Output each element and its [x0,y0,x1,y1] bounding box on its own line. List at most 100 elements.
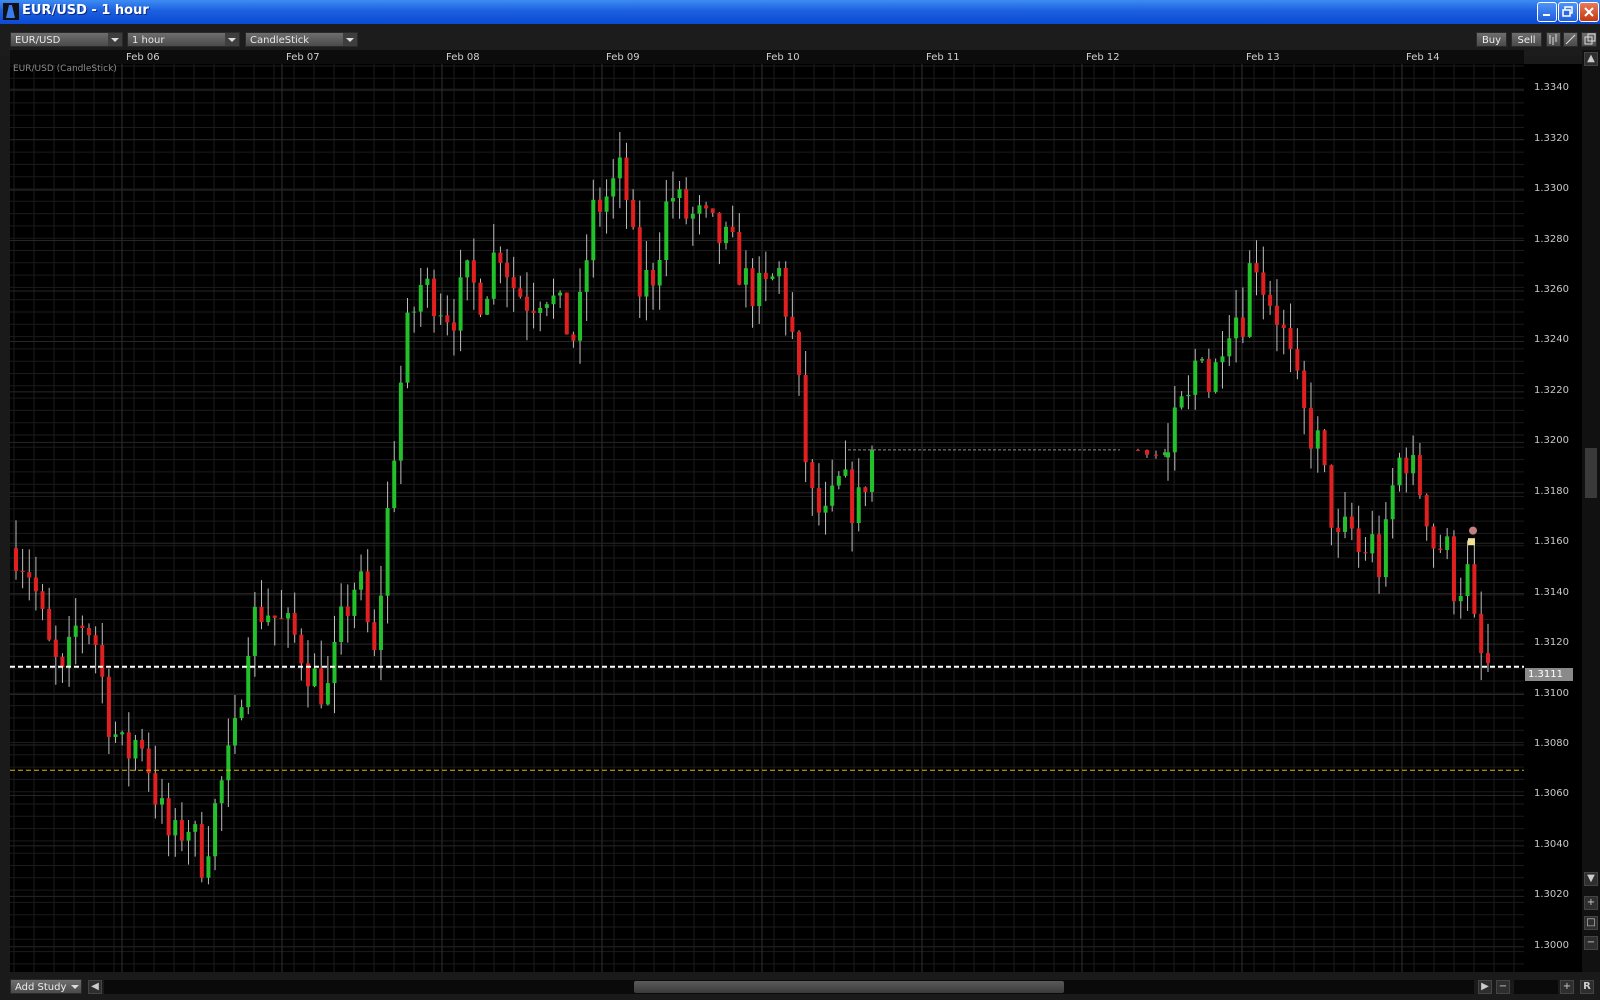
candle-body [531,310,536,313]
candle-body [1234,317,1239,339]
candle-body [126,732,131,759]
candle [1227,315,1232,366]
candle-body [485,298,490,315]
candle-body [1281,324,1286,329]
candle-body [498,252,503,263]
candle [803,351,808,483]
candle-body [1424,495,1429,527]
candle-body [1451,536,1456,602]
zoom-out-x-button[interactable]: − [1496,980,1510,994]
candle-body [206,856,211,878]
candle-body [1288,328,1293,350]
add-study-select[interactable]: Add Study [10,979,82,994]
sell-button[interactable]: Sell [1511,32,1542,47]
candle [126,712,131,787]
zoom-out-button[interactable]: − [1584,936,1598,950]
candle-body [252,606,257,656]
price-tick-label: 1.3280 [1534,233,1569,245]
zoom-track[interactable] [1514,980,1558,994]
candle-body [578,291,583,341]
candle [1268,280,1273,315]
detach-button[interactable] [1581,32,1597,47]
candle-body [717,212,722,244]
horizontal-scrollbar[interactable] [104,980,1474,994]
candle [106,668,111,755]
candle-body [524,296,529,311]
candle-body [86,628,91,636]
scroll-right-button[interactable]: ▶ [1478,980,1492,994]
candle [120,730,125,746]
scroll-left-button[interactable]: ◀ [88,980,102,994]
candle-body [451,322,456,331]
symbol-select[interactable]: EUR/USD [10,32,123,47]
interval-select[interactable]: 1 hour [127,32,240,47]
zoom-in-x-button[interactable]: + [1560,980,1574,994]
candle-body [1136,449,1140,451]
candle-body [790,316,795,332]
candle [704,201,709,218]
candle-body [810,462,815,489]
zoom-in-button[interactable]: + [1584,896,1598,910]
candle [412,306,417,333]
candle [657,232,662,310]
candle-body [1472,564,1477,614]
interval-select-value: 1 hour [132,35,165,46]
chart-style-button[interactable] [1546,32,1561,47]
window-title-bar: EUR/USD - 1 hour [0,0,1600,24]
chart-plot-area[interactable] [10,64,1524,972]
vertical-scrollbar[interactable]: ▲ ▼ + □ − [1582,50,1600,972]
candle-body [1193,360,1198,395]
price-tick-label: 1.3060 [1534,788,1569,800]
candle-body [113,734,118,738]
price-tick-label: 1.3260 [1534,284,1569,295]
horizontal-scroll-thumb[interactable] [634,981,1064,993]
alert-marker-icon[interactable] [1469,526,1477,535]
draw-line-button[interactable] [1563,32,1578,47]
candle [850,461,855,552]
candle [1247,250,1252,338]
candle [644,241,649,321]
scroll-up-button[interactable]: ▲ [1584,52,1598,66]
scroll-down-button[interactable]: ▼ [1584,872,1598,886]
restore-button[interactable] [1558,2,1578,22]
vertical-scroll-thumb[interactable] [1585,448,1597,498]
candle-body [372,622,377,651]
candle-body [704,205,709,209]
candle-body [1186,394,1191,397]
candle-body [737,231,742,285]
chart-type-select[interactable]: CandleStick [245,32,358,47]
candle-body [1315,430,1320,449]
price-tick-label: 1.3240 [1534,334,1569,346]
candle-body [710,208,715,213]
candle-body [153,773,158,805]
candle [1261,246,1266,320]
candle-body [797,331,802,376]
candle [1377,515,1382,594]
order-marker-icon[interactable] [1468,538,1475,546]
candle [305,640,310,708]
candle [1472,543,1477,618]
close-button[interactable] [1579,2,1599,22]
candle-body [412,311,417,313]
minimize-button[interactable] [1537,2,1557,22]
chevron-down-icon [108,33,122,46]
candle-body [644,270,649,297]
candle-body [339,606,344,642]
candle-body [1322,430,1327,466]
candle-body [611,178,616,197]
candle [100,622,105,704]
candle-body [1397,457,1402,486]
candle [33,556,38,611]
buy-button[interactable]: Buy [1476,32,1507,47]
candle [1234,290,1239,363]
candle [617,131,622,209]
candle-body [597,199,602,212]
candle-body [1247,263,1252,337]
candle [60,653,65,683]
candle-body [1411,455,1416,474]
candle [392,441,397,513]
candle [1451,530,1456,615]
reset-button[interactable]: R [1580,980,1594,994]
candle [140,728,145,762]
zoom-fit-button[interactable]: □ [1584,916,1598,930]
